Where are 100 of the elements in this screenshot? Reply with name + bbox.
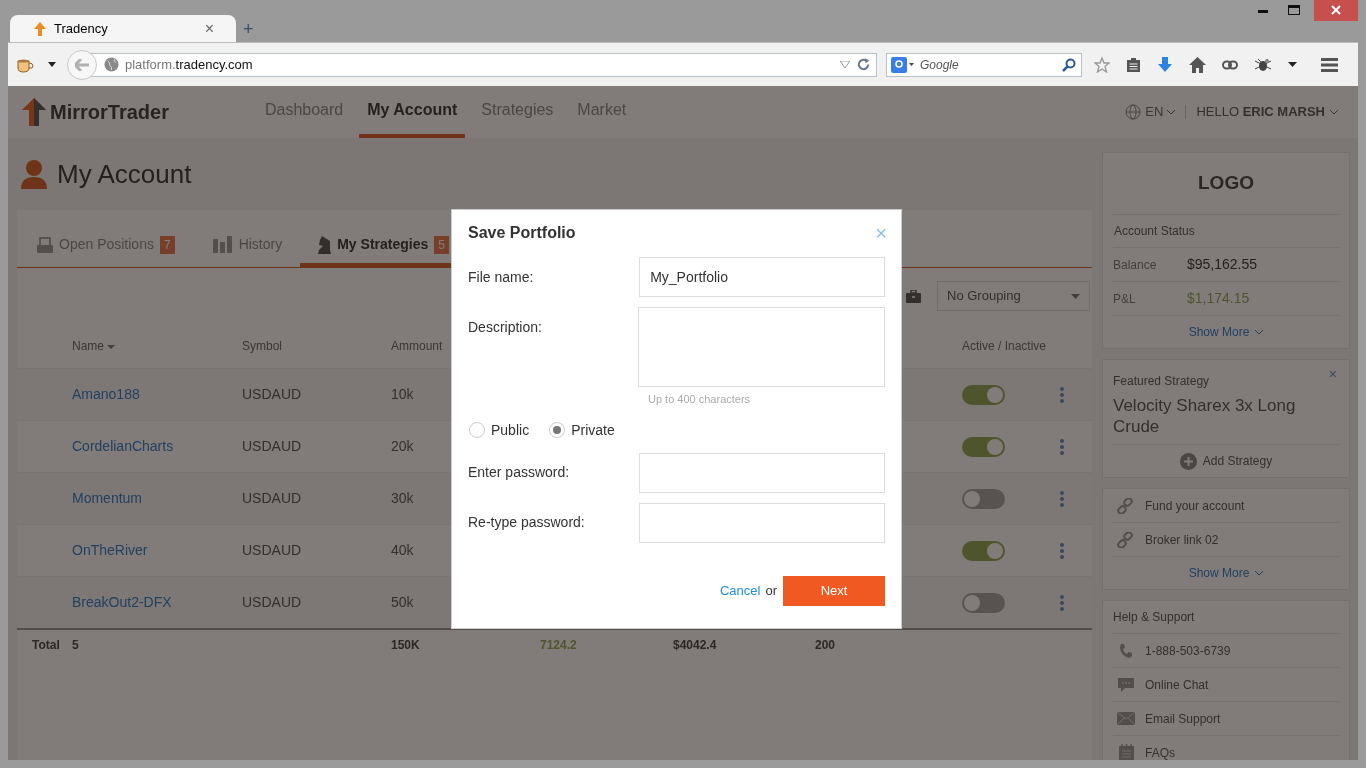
chevron-down-icon[interactable] xyxy=(1255,570,1264,576)
close-icon[interactable]: × xyxy=(204,16,214,41)
chevron-down-icon[interactable] xyxy=(1330,109,1338,115)
logo-text: LOGO xyxy=(1198,171,1254,196)
globe-icon[interactable] xyxy=(1125,104,1142,120)
support-link[interactable]: Email Support xyxy=(1145,709,1221,728)
toggle-switch[interactable] xyxy=(962,488,1005,509)
dialog-title: Save Portfolio xyxy=(468,223,576,243)
section-title: Help & Support xyxy=(1113,609,1195,626)
plus-circle-icon[interactable] xyxy=(1179,452,1197,470)
brand-name: MirrorTrader xyxy=(50,100,169,125)
password-field[interactable] xyxy=(639,452,885,493)
more-options-icon[interactable] xyxy=(1060,438,1064,455)
table-cell-text: 20k xyxy=(391,437,415,456)
close-icon[interactable] xyxy=(1314,0,1358,21)
table-cell-text: USDAUD xyxy=(242,489,303,508)
password-field[interactable] xyxy=(639,502,885,543)
language-selector[interactable]: EN xyxy=(1145,102,1164,122)
more-options-icon[interactable] xyxy=(1060,542,1064,559)
menu-icon[interactable] xyxy=(1321,57,1338,72)
toggle-switch[interactable] xyxy=(962,384,1005,405)
grouping-select[interactable]: No Grouping xyxy=(937,281,1090,311)
radio-label[interactable]: Private xyxy=(571,419,615,441)
url-text: platform.tradency.com xyxy=(125,55,253,74)
page-title: My Account xyxy=(57,157,192,191)
column-header[interactable]: Name xyxy=(72,337,242,355)
maximize-icon[interactable] xyxy=(1288,5,1300,15)
chevron-down-icon[interactable] xyxy=(1167,109,1176,115)
user-greeting[interactable]: HELLO ERIC MARSH xyxy=(1196,102,1325,122)
strategy-link[interactable]: Momentum xyxy=(72,488,242,509)
browser-tab[interactable]: Tradency × xyxy=(10,15,236,42)
star-icon[interactable] xyxy=(1094,56,1110,73)
count-badge: 7 xyxy=(159,235,175,254)
toggle-switch[interactable] xyxy=(962,436,1005,457)
radio-label[interactable]: Public xyxy=(491,419,530,441)
next-button[interactable]: Next xyxy=(783,575,885,606)
sidebar-link[interactable]: Broker link 02 xyxy=(1145,530,1219,549)
more-options-icon[interactable] xyxy=(1060,386,1064,403)
support-link[interactable]: FAQs xyxy=(1145,743,1175,760)
home-icon[interactable] xyxy=(1189,56,1206,73)
hint-text: Up to 400 characters xyxy=(647,392,752,407)
reload-icon[interactable] xyxy=(857,58,870,71)
table-cell-text: USDAUD xyxy=(242,385,303,404)
field-label: Enter password: xyxy=(468,463,571,482)
new-tab-icon[interactable]: + xyxy=(243,20,254,38)
toggle-switch[interactable] xyxy=(962,540,1005,561)
nav-link[interactable]: My Account xyxy=(359,86,466,138)
close-icon[interactable]: × xyxy=(875,223,887,243)
more-options-icon[interactable] xyxy=(1060,490,1064,507)
section-title: Featured Strategy xyxy=(1113,373,1210,390)
strategy-link[interactable]: BreakOut2-DFX xyxy=(72,592,242,613)
support-link[interactable]: 1-888-503-6739 xyxy=(1145,641,1231,660)
caret-icon[interactable] xyxy=(48,62,56,67)
field-label: File name: xyxy=(468,267,535,287)
field-label: Balance xyxy=(1113,256,1158,274)
search-field[interactable]: Google xyxy=(886,52,1082,77)
bar-chart-icon xyxy=(212,236,233,253)
person-icon xyxy=(21,159,47,189)
sort-down-icon[interactable] xyxy=(107,344,116,349)
bug-icon[interactable] xyxy=(1254,56,1272,73)
chain-link-icon xyxy=(1117,531,1133,548)
description-field[interactable] xyxy=(638,307,885,387)
arrow-up-icon xyxy=(22,98,46,126)
phone-icon xyxy=(1118,642,1134,659)
file-name-field[interactable]: My_Portfolio xyxy=(639,257,885,297)
table-cell-text: $4042.4 xyxy=(673,637,718,654)
dropdown-icon[interactable] xyxy=(840,61,850,68)
table-cell-text: 5 xyxy=(72,637,80,654)
strategy-link[interactable]: CordelianCharts xyxy=(72,436,242,457)
download-icon[interactable] xyxy=(1157,56,1173,73)
briefcase-icon[interactable] xyxy=(906,289,921,303)
address-bar[interactable]: platform.tradency.com xyxy=(91,52,877,77)
strategy-link[interactable]: OnTheRiver xyxy=(72,540,242,561)
support-link[interactable]: Online Chat xyxy=(1145,675,1209,694)
search-icon[interactable] xyxy=(1062,57,1076,72)
show-more-link[interactable]: Show More xyxy=(1188,323,1250,341)
table-cell-text: USDAUD xyxy=(242,541,303,560)
table-cell-text: 10k xyxy=(391,385,415,404)
strategy-link[interactable]: Amano188 xyxy=(72,384,242,405)
column-header: Symbol xyxy=(242,338,283,355)
cancel-link[interactable]: Cancel xyxy=(719,580,761,601)
more-options-icon[interactable] xyxy=(1060,594,1064,611)
toggle-switch[interactable] xyxy=(962,592,1005,613)
show-more-link[interactable]: Show More xyxy=(1188,564,1250,582)
caret-icon[interactable] xyxy=(1288,62,1297,67)
sidebar-link[interactable]: Fund your account xyxy=(1145,496,1245,515)
chevron-down-icon[interactable] xyxy=(1255,329,1264,335)
close-icon[interactable]: × xyxy=(1328,364,1337,385)
balance-value: $95,162.55 xyxy=(1187,255,1258,274)
table-cell-text: 150K xyxy=(391,637,421,654)
table-cell-text: 50k xyxy=(391,593,415,612)
minimize-icon[interactable] xyxy=(1258,10,1268,14)
column-header: Active / Inactive xyxy=(962,338,1048,355)
link-icon[interactable] xyxy=(1222,59,1238,70)
add-strategy-button[interactable]: Add Strategy xyxy=(1202,452,1273,470)
back-button[interactable] xyxy=(67,49,97,80)
table-cell-text: USDAUD xyxy=(242,593,303,612)
column-header: Ammount xyxy=(391,338,444,355)
clipboard-icon[interactable] xyxy=(1126,56,1141,73)
pnl-value: $1,174.15 xyxy=(1187,289,1250,308)
